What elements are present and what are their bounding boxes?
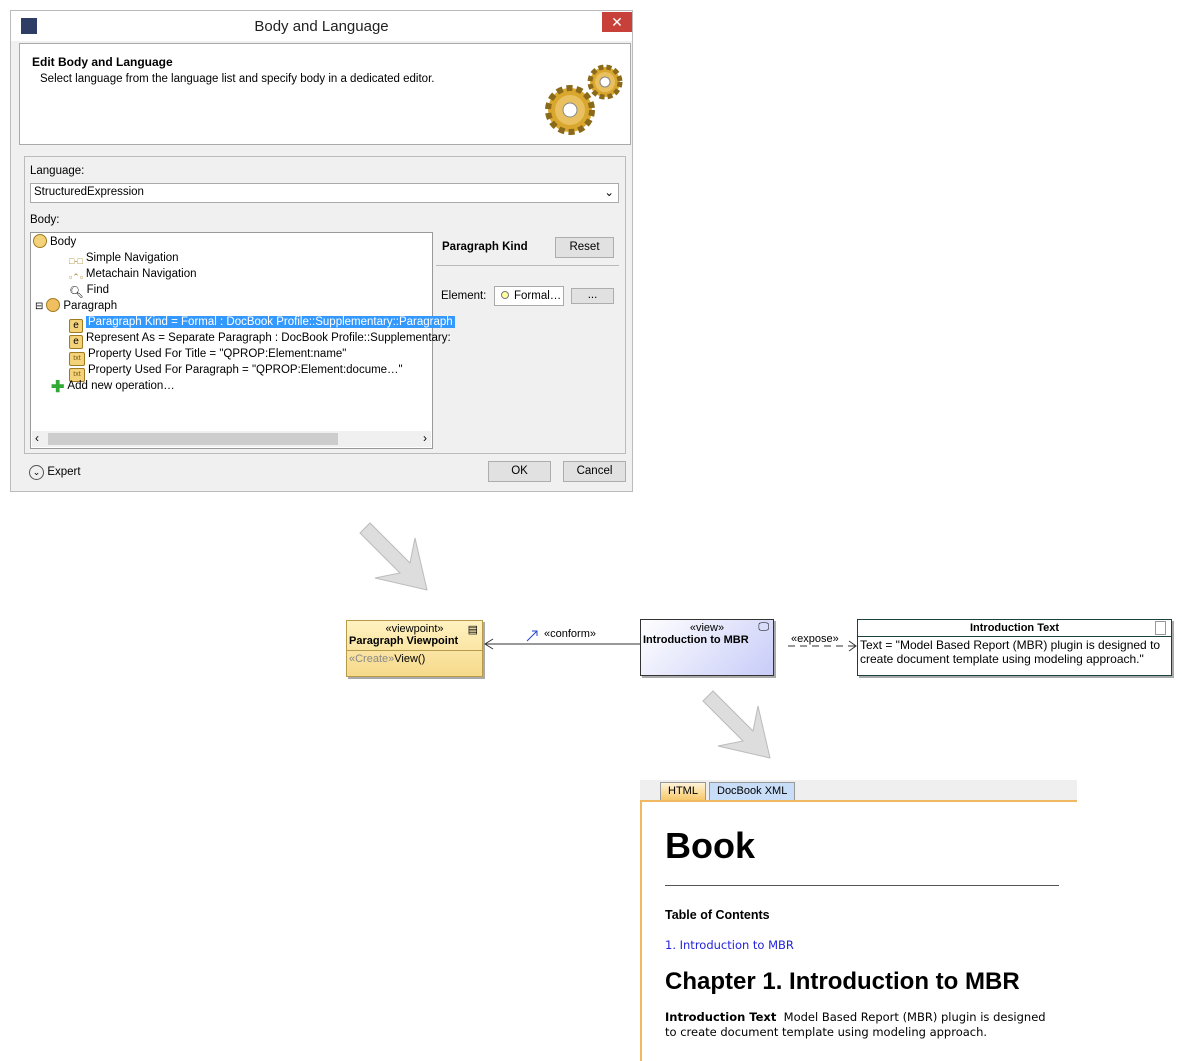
down-arrow-icon [702, 690, 771, 759]
view-icon: 🖵︎ [758, 621, 769, 633]
element-title: Introduction Text [858, 620, 1171, 637]
expose-label: «expose» [791, 633, 839, 645]
view-stereotype: «view» [689, 622, 725, 634]
ok-button[interactable]: OK [488, 461, 551, 482]
language-select[interactable]: StructuredExpression ⌄ [30, 183, 619, 203]
tab-html[interactable]: HTML [660, 782, 706, 800]
view-operation: View() [394, 653, 426, 665]
tree-item-body[interactable]: Body [33, 234, 76, 250]
scroll-left-icon[interactable]: ‹ [35, 431, 39, 445]
tree-item-label: Simple Navigation [85, 252, 179, 264]
scroll-right-icon[interactable]: › [423, 431, 427, 445]
viewpoint-element[interactable]: «viewpoint» Paragraph Viewpoint ▤ «Creat… [346, 620, 483, 677]
tree-item-label: Property Used For Title = "QPROP:Element… [88, 348, 347, 360]
tree-item-simple-navigation[interactable]: □-□ Simple Navigation [69, 250, 179, 266]
toc-heading: Table of Contents [665, 908, 770, 922]
scrollbar-thumb[interactable] [48, 433, 338, 445]
tab-docbook-xml[interactable]: DocBook XML [709, 782, 796, 800]
divider [665, 885, 1059, 886]
tree-item-label: Property Used For Paragraph = "QPROP:Ele… [88, 364, 403, 376]
tree-item-label: Metachain Navigation [85, 268, 197, 280]
conform-icon [526, 630, 538, 642]
body-label: Body: [30, 214, 60, 226]
divider [436, 265, 619, 266]
tree-item-represent-as[interactable]: e Represent As = Separate Paragraph : Doc… [69, 330, 451, 349]
viewpoint-name: Paragraph Viewpoint [349, 635, 459, 647]
paragraph-label: Introduction Text [665, 1010, 777, 1024]
tree-item-label: Add new operation… [67, 380, 175, 392]
dialog-header: Edit Body and Language Select language f… [19, 43, 631, 145]
dialog-title: Body and Language [254, 18, 389, 35]
tree-item-add-operation[interactable]: ✚ Add new operation… [51, 378, 175, 396]
body-tree[interactable]: Body □-□ Simple Navigation ▫⌃▫ Metachain N… [30, 232, 455, 449]
language-label: Language: [30, 165, 85, 177]
tree-item-label: Paragraph [63, 300, 118, 312]
element-icon [501, 291, 509, 299]
horizontal-scrollbar[interactable]: ‹ › [32, 431, 431, 447]
create-stereotype: «Create» [349, 653, 395, 665]
document-preview: HTML DocBook XML Book Table of Contents … [640, 780, 1077, 1061]
tree-item-label: Paragraph Kind = Formal : DocBook Profil… [86, 316, 455, 328]
collapse-icon[interactable]: ⊟ [35, 301, 43, 312]
down-arrow-icon [359, 522, 428, 591]
viewpoint-stereotype: «viewpoint» [385, 623, 444, 635]
plus-icon: ✚ [51, 379, 65, 396]
body-and-language-dialog: Body and Language ✕ Edit Body and Langua… [10, 10, 633, 492]
element-field[interactable]: Formal… [494, 286, 564, 306]
expert-label: Expert [47, 466, 81, 478]
tree-item-metachain-navigation[interactable]: ▫⌃▫ Metachain Navigation [69, 266, 197, 282]
property-title: Paragraph Kind [442, 241, 528, 253]
document-body: Book Table of Contents 1. Introduction t… [640, 800, 1077, 1061]
book-title: Book [665, 825, 755, 866]
tree-item-label: Find [86, 284, 109, 296]
metachain-icon: ▫⌃▫ [69, 272, 83, 282]
reset-button[interactable]: Reset [555, 237, 614, 258]
header-description: Select language from the language list a… [40, 73, 435, 85]
language-value: StructuredExpression [34, 186, 144, 198]
expand-icon: ⌄ [29, 465, 44, 480]
body-icon [33, 234, 47, 248]
close-button[interactable]: ✕ [602, 12, 632, 32]
toc-link[interactable]: 1. Introduction to MBR [665, 938, 1077, 952]
gears-icon [545, 64, 623, 135]
chapter-title: Chapter 1. Introduction to MBR [665, 968, 1020, 995]
tree-item-label: Body [50, 236, 77, 248]
paragraph-icon [46, 298, 61, 312]
conform-label: «conform» [544, 628, 596, 640]
find-icon: 🔍︎ [69, 287, 84, 299]
element-text: Text = "Model Based Report (MBR) plugin … [860, 638, 1161, 666]
tree-item-find[interactable]: 🔍︎ Find [69, 282, 109, 299]
tab-bar: HTML DocBook XML [640, 780, 1077, 800]
tree-item-label: Represent As = Separate Paragraph : DocB… [86, 332, 451, 344]
view-name: Introduction to MBR [643, 634, 749, 646]
view-element[interactable]: «view» Introduction to MBR 🖵︎ [640, 619, 774, 676]
cancel-button[interactable]: Cancel [563, 461, 626, 482]
viewpoint-icon: ▤ [467, 624, 478, 636]
header-title: Edit Body and Language [32, 55, 173, 69]
chevron-down-icon: ⌄ [604, 187, 614, 199]
title-bar: Body and Language ✕ [11, 11, 632, 41]
tree-item-property-paragraph[interactable]: txt Property Used For Paragraph = "QPROP:… [69, 362, 403, 382]
element-value: Formal… [514, 290, 562, 302]
tree-item-property-title[interactable]: txt Property Used For Title = "QPROP:Elem… [69, 346, 347, 366]
introduction-text-element[interactable]: Introduction Text Text = "Model Based Re… [857, 619, 1172, 676]
expert-toggle[interactable]: ⌄ Expert [29, 464, 81, 480]
tree-item-paragraph[interactable]: ⊟ Paragraph [35, 298, 117, 314]
document-icon [1155, 621, 1166, 635]
browse-button[interactable]: ... [571, 288, 614, 304]
simple-navigation-icon: □-□ [69, 256, 83, 266]
element-label: Element: [441, 290, 487, 302]
tree-item-paragraph-kind[interactable]: e Paragraph Kind = Formal : DocBook Profi… [69, 314, 455, 333]
